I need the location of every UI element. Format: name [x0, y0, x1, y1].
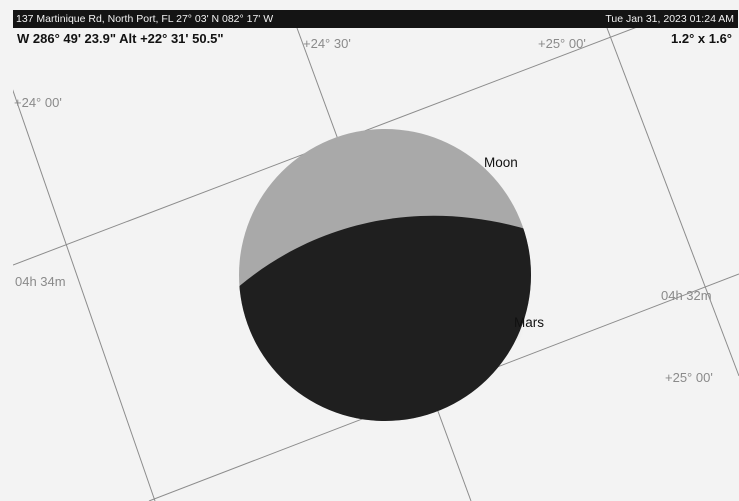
moon-label[interactable]: Moon	[484, 155, 518, 170]
cursor-coordinates: W 286° 49' 23.9" Alt +22° 31' 50.5"	[17, 31, 224, 46]
grid-line-ra-04h34m-a	[13, 89, 156, 501]
grid-label-dec-24-00: +24° 00'	[14, 95, 62, 110]
mars-label[interactable]: Mars	[514, 315, 544, 330]
grid-label-ra-04h34m: 04h 34m	[15, 274, 66, 289]
grid-label-dec-25-00-right: +25° 00'	[665, 370, 713, 385]
sky-chart[interactable]: +24° 30' +25° 00' +24° 00' 04h 34m 04h 3…	[13, 28, 739, 501]
position-info-bar: W 286° 49' 23.9" Alt +22° 31' 50.5" 1.2°…	[13, 28, 738, 50]
sky-chart-app: +24° 30' +25° 00' +24° 00' 04h 34m 04h 3…	[0, 0, 739, 501]
grid-label-ra-04h32m: 04h 32m	[661, 288, 712, 303]
moon-object[interactable]	[228, 129, 553, 448]
sky-chart-canvas[interactable]: +24° 30' +25° 00' +24° 00' 04h 34m 04h 3…	[13, 28, 739, 501]
observer-location: 137 Martinique Rd, North Port, FL 27° 03…	[16, 13, 274, 25]
location-time-bar: 137 Martinique Rd, North Port, FL 27° 03…	[13, 10, 738, 28]
grid-line-ra-04h32m	[606, 28, 739, 377]
observation-datetime: Tue Jan 31, 2023 01:24 AM	[605, 13, 734, 25]
field-of-view: 1.2° x 1.6°	[671, 31, 732, 46]
